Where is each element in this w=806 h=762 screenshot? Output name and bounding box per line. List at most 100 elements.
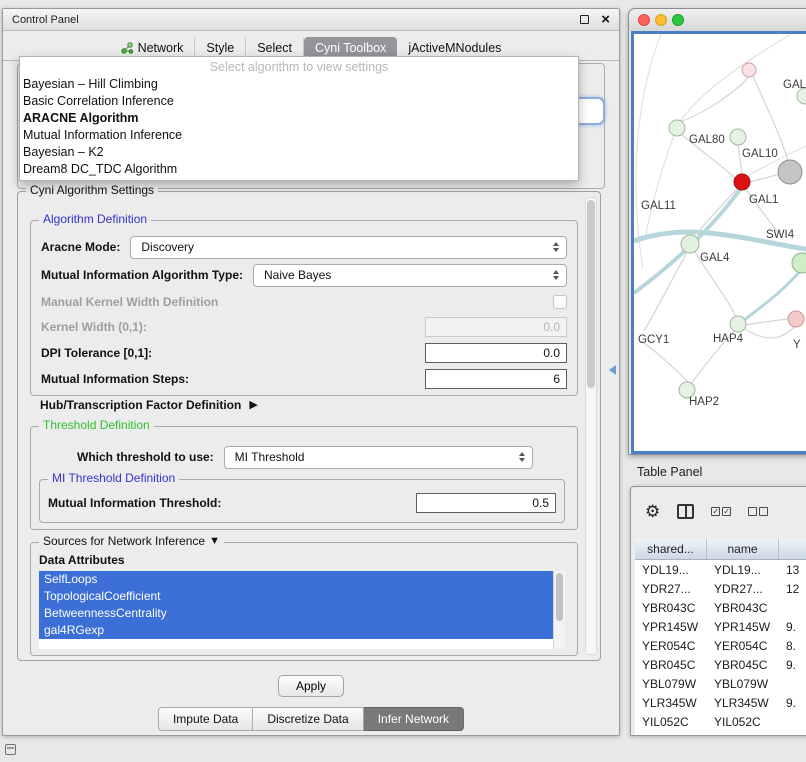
dpi-tolerance-label: DPI Tolerance [0,1]: [41,346,152,360]
hub-section-label: Hub/Transcription Factor Definition [40,398,241,412]
table-row[interactable]: YBL079W YBL079W [635,674,806,693]
threshold-definition-group: Threshold Definition Which threshold to … [30,426,578,530]
mi-type-select[interactable]: Naive Bayes [253,264,567,287]
network-view-window: GAL80 GAL10 GAL11 GAL1 SWI4 GAL4 GCY1 HA… [628,8,806,455]
zoom-button[interactable] [672,14,684,26]
deselect-all-icon[interactable] [748,507,768,516]
select-all-icon[interactable]: ✓ ✓ [711,507,731,516]
table-panel-title: Table Panel [637,465,702,479]
network-node[interactable] [742,63,756,77]
list-item[interactable]: gal4RGexp [39,622,553,639]
sources-toggle[interactable]: Sources for Network Inference ▼ [39,534,224,548]
table-row[interactable]: YPR145W YPR145W 9. [635,617,806,636]
network-node-pink[interactable] [788,311,804,327]
threshold-definition-title: Threshold Definition [39,418,154,432]
attribute-list-scrollbar[interactable] [553,571,565,649]
tab-infer-network[interactable]: Infer Network [364,707,464,731]
mi-steps-input[interactable]: 6 [425,369,567,389]
window-title: Control Panel [12,14,580,26]
dpi-tolerance-input[interactable]: 0.0 [425,343,567,363]
table-row[interactable]: YIL052C YIL052C [635,712,806,731]
network-canvas[interactable] [634,34,806,451]
algorithm-definition-title: Algorithm Definition [39,212,151,226]
control-panel-window: Control Panel × Network Style Select [2,8,620,736]
gear-icon[interactable]: ⚙ [645,503,660,520]
expand-arrow-icon: ▶ [249,400,257,411]
node-label: GAL11 [641,200,676,212]
network-node[interactable] [681,235,699,253]
list-item[interactable]: TopologicalCoefficient [39,588,553,605]
threshold-select[interactable]: MI Threshold [224,446,533,469]
panel-toggle-icon[interactable] [5,744,16,755]
mi-threshold-group: MI Threshold Definition Mutual Informati… [39,479,565,523]
node-label: HAP4 [713,333,743,345]
dropdown-item[interactable]: Bayesian – K2 [20,144,578,161]
minimize-button[interactable] [655,14,667,26]
network-node[interactable] [730,316,746,332]
column-header[interactable]: shared... [635,539,707,559]
node-table: shared... name YDL19... YDL19... 13 YDR2… [635,539,806,735]
table-row[interactable]: YLR345W YLR345W 9. [635,693,806,712]
node-label: GCY1 [638,334,669,346]
node-label: SWI4 [766,229,794,241]
table-toolbar: ⚙ ✓ ✓ [645,503,768,520]
aracne-mode-label: Aracne Mode: [41,240,120,254]
table-row[interactable]: YDL19... YDL19... 13 [635,560,806,579]
table-row[interactable]: YDR27... YDR27... 12 [635,579,806,598]
list-item[interactable]: BetweennessCentrality [39,605,553,622]
network-node[interactable] [669,120,685,136]
kernel-width-label: Kernel Width (0,1): [41,320,147,334]
network-node-green[interactable] [792,253,806,273]
network-node-gray[interactable] [778,160,802,184]
dropdown-item[interactable]: Bayesian – Hill Climbing [20,76,578,93]
table-row[interactable]: YER054C YER054C 8. [635,636,806,655]
tab-impute-data[interactable]: Impute Data [158,707,253,731]
dropdown-item[interactable]: Basic Correlation Inference [20,93,578,110]
dropdown-item-selected[interactable]: ARACNE Algorithm [20,110,578,127]
table-row[interactable]: YBR043C YBR043C [635,598,806,617]
which-threshold-label: Which threshold to use: [77,450,214,464]
node-label: HAP2 [689,396,719,408]
node-label: GAL80 [689,134,725,146]
data-attributes-label: Data Attributes [39,553,125,567]
apply-button[interactable]: Apply [278,675,344,697]
splitter-collapse-arrow[interactable] [609,365,616,375]
network-tab-icon [121,42,133,54]
dropdown-placeholder: Select algorithm to view settings [20,58,578,76]
mi-type-label: Mutual Information Algorithm Type: [41,268,243,282]
node-label: GAL1 [749,194,778,206]
tab-network-label: Network [138,41,184,55]
chevron-updown-icon [553,242,559,252]
window-close-icon[interactable]: × [601,15,610,25]
list-item[interactable]: SelfLoops [39,571,553,588]
network-node-red[interactable] [734,174,750,190]
dropdown-item[interactable]: Mutual Information Inference [20,127,578,144]
settings-group-title: Cyni Algorithm Settings [26,183,158,197]
network-node[interactable] [730,129,746,145]
chevron-updown-icon [519,452,525,462]
settings-scrollbar-thumb[interactable] [587,200,595,388]
table-row[interactable]: YBR045C YBR045C 9. [635,655,806,674]
window-restore-icon[interactable] [580,15,589,24]
sources-title: Sources for Network Inference [43,534,205,548]
node-label: GAL10 [742,148,778,160]
settings-scrollbar[interactable] [585,197,597,655]
column-header[interactable] [779,539,806,559]
network-window-titlebar [629,9,806,31]
collapse-arrow-icon: ▼ [209,536,220,547]
kernel-width-input: 0.0 [425,317,567,337]
dropdown-item[interactable]: Dream8 DC_TDC Algorithm [20,161,578,178]
attribute-list-scrollbar-thumb[interactable] [556,573,563,621]
column-header[interactable]: name [707,539,779,559]
mi-threshold-input[interactable]: 0.5 [416,493,556,513]
aracne-mode-select[interactable]: Discovery [130,236,567,259]
node-label: Y [793,339,801,351]
chevron-updown-icon [553,270,559,280]
close-button[interactable] [638,14,650,26]
hub-section-toggle[interactable]: Hub/Transcription Factor Definition ▶ [40,398,258,412]
columns-icon[interactable] [677,504,694,519]
node-label: GAL [783,79,806,91]
sources-group: Sources for Network Inference ▼ Data Att… [30,542,578,656]
tab-discretize-data[interactable]: Discretize Data [253,707,363,731]
table-panel-window: ⚙ ✓ ✓ shared... name YDL19... YDL19... 1… [630,486,806,736]
